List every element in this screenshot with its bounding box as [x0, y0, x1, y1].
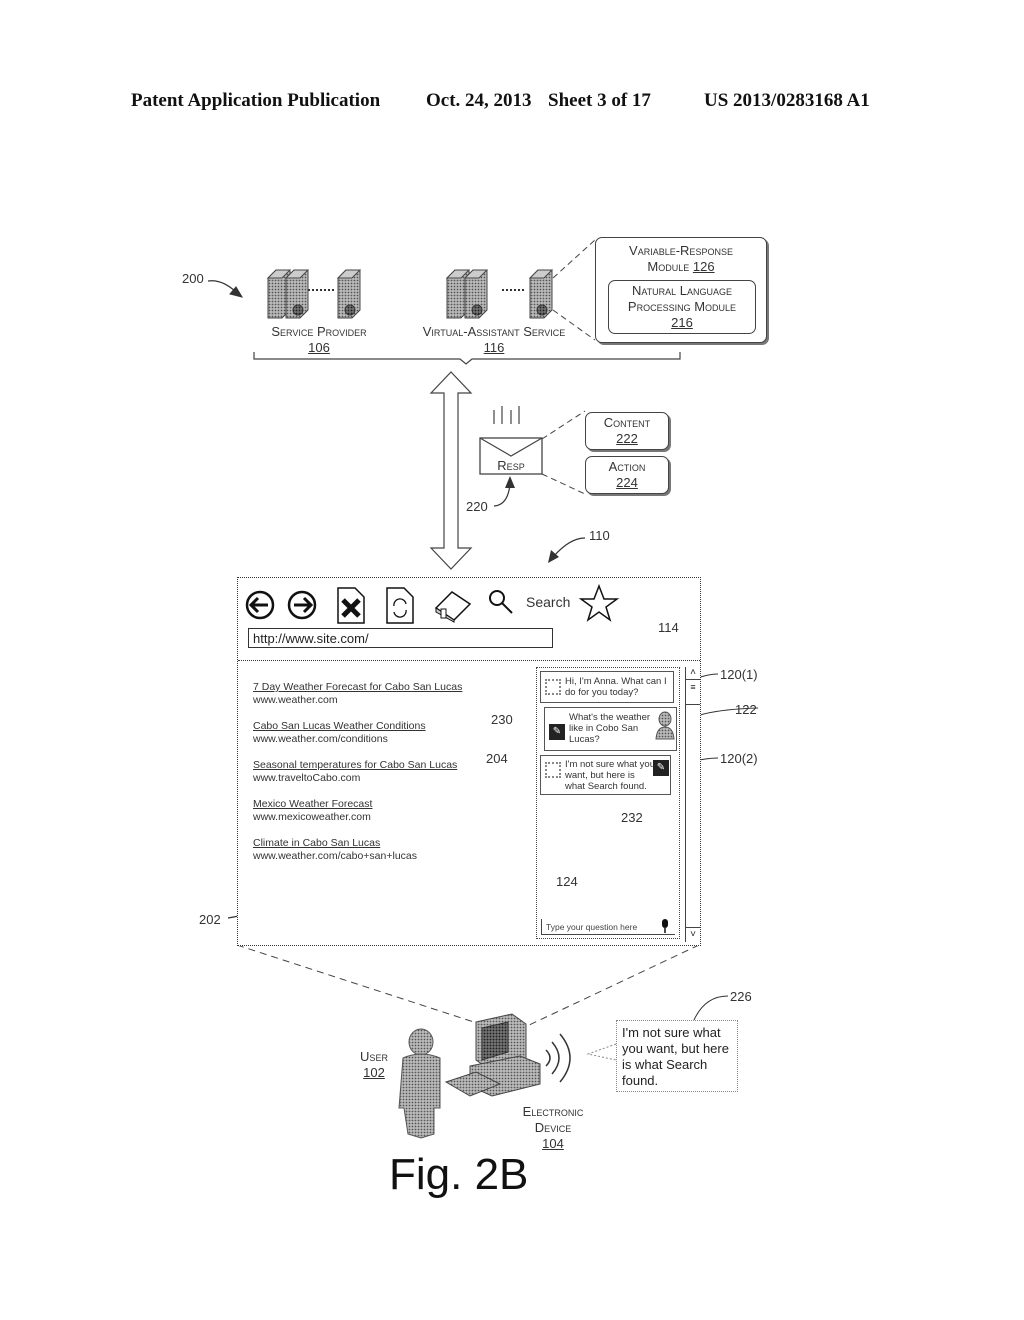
action-number: 224 — [616, 475, 638, 490]
ref-120-1: 120(1) — [720, 667, 758, 682]
assistant-greeting-text: Hi, I'm Anna. What can I do for you toda… — [565, 676, 667, 698]
back-arrow-icon[interactable] — [245, 590, 275, 620]
server-group-service-provider — [266, 269, 362, 319]
stop-document-icon[interactable] — [337, 587, 365, 624]
ref-110: 110 — [589, 528, 610, 543]
search-result: Climate in Cabo San Lucas www.weather.co… — [253, 837, 513, 863]
computer-icon — [444, 1013, 541, 1097]
bidirectional-arrow — [429, 371, 473, 570]
ref-114: 114 — [658, 620, 679, 635]
edit-pencil-icon[interactable]: ✎ — [653, 760, 669, 776]
ref-120-2: 120(2) — [720, 751, 758, 766]
device-label-text: Electronic — [522, 1104, 584, 1119]
chat-question-input[interactable]: Type your question here — [541, 919, 675, 935]
result-title-link[interactable]: Climate in Cabo San Lucas — [253, 837, 513, 850]
chat-scrollbar[interactable]: ˄ ≡ ˅ — [685, 667, 700, 942]
home-icon[interactable] — [434, 591, 472, 623]
ref-230: 230 — [491, 712, 513, 727]
search-icon[interactable] — [489, 590, 513, 614]
sound-waves-icon — [545, 1033, 571, 1083]
scroll-thumb[interactable]: ≡ — [686, 679, 700, 705]
result-url: www.weather.com/cabo+san+lucas — [253, 850, 418, 862]
virtual-assistant-name: Virtual-Assistant Service — [422, 324, 566, 339]
toolbar-divider — [238, 660, 700, 661]
speech-bubble: I'm not sure what you want, but here is … — [616, 1020, 738, 1092]
content-box-text: Content 222 — [586, 415, 668, 447]
assistant-avatar-icon — [545, 679, 561, 695]
nlp-title: Natural Language Processing Module 216 — [609, 283, 755, 331]
virtual-assistant-number: 116 — [483, 340, 505, 355]
assistant-bubble-search: I'm not sure what you want, but here is … — [540, 755, 671, 795]
user-label-text: User — [360, 1049, 388, 1064]
content-number: 222 — [616, 431, 638, 446]
action-box-text: Action 224 — [586, 459, 668, 491]
result-title-link[interactable]: Mexico Weather Forecast — [253, 798, 513, 811]
ref-124: 124 — [556, 874, 578, 889]
action-label: Action — [608, 459, 646, 474]
variable-response-label2: Module — [647, 259, 690, 274]
service-provider-name: Service Provider — [271, 324, 367, 339]
assistant-bubble-greeting: Hi, I'm Anna. What can I do for you toda… — [540, 671, 674, 703]
server-group-virtual-assistant — [445, 269, 554, 319]
nlp-label: Natural Language — [631, 283, 733, 298]
content-label: Content — [603, 415, 651, 430]
search-results-list: 7 Day Weather Forecast for Cabo San Luca… — [253, 681, 513, 876]
ref-220: 220 — [466, 499, 488, 514]
ref-232: 232 — [621, 810, 643, 825]
result-title-link[interactable]: Seasonal temperatures for Cabo San Lucas — [253, 759, 513, 772]
user-label: User 102 — [350, 1049, 398, 1081]
user-avatar-icon — [655, 711, 675, 740]
scroll-down-icon[interactable]: ˅ — [686, 927, 700, 942]
assistant-search-text: I'm not sure what you want, but here is … — [565, 759, 655, 792]
variable-response-label: Variable-Response — [629, 243, 733, 258]
search-result: Cabo San Lucas Weather Conditions www.we… — [253, 720, 513, 746]
variable-response-title: Variable-Response Module 126 — [596, 243, 766, 275]
assistant-avatar-icon — [545, 762, 561, 778]
ref-204: 204 — [486, 751, 508, 766]
result-title-link[interactable]: 7 Day Weather Forecast for Cabo San Luca… — [253, 681, 513, 694]
service-provider-label: Service Provider 106 — [258, 324, 380, 356]
ref-122: 122 — [735, 702, 757, 717]
user-bubble-question: ✎ What's the weather like in Cobo San Lu… — [544, 707, 677, 751]
microphone-icon[interactable] — [659, 918, 671, 934]
result-url: www.traveltoCabo.com — [253, 772, 361, 784]
service-provider-number: 106 — [308, 340, 330, 355]
browser-window: Search http://www.site.com/ 7 Day Weathe… — [237, 577, 701, 946]
device-label-text2: Device — [534, 1120, 572, 1135]
user-question-text: What's the weather like in Cobo San Luca… — [569, 712, 651, 745]
response-envelope-label: Resp — [497, 458, 525, 473]
nlp-module: Natural Language Processing Module 216 — [608, 280, 756, 334]
url-bar[interactable]: http://www.site.com/ — [248, 628, 553, 648]
result-url: www.weather.com/conditions — [253, 733, 388, 745]
nlp-label2: Processing Module — [627, 299, 737, 314]
variable-response-number: 126 — [692, 259, 715, 274]
figure-label: Fig. 2B — [389, 1150, 529, 1199]
forward-arrow-icon[interactable] — [287, 590, 317, 620]
result-title-link[interactable]: Cabo San Lucas Weather Conditions — [253, 720, 513, 733]
refresh-document-icon[interactable] — [386, 587, 414, 624]
content-box: Content 222 — [585, 412, 669, 450]
search-result: Seasonal temperatures for Cabo San Lucas… — [253, 759, 513, 785]
electronic-device-label: Electronic Device 104 — [508, 1104, 598, 1152]
user-number: 102 — [363, 1065, 385, 1080]
result-url: www.mexicoweather.com — [253, 811, 371, 823]
edit-pencil-icon[interactable]: ✎ — [549, 724, 565, 740]
result-url: www.weather.com — [253, 694, 338, 706]
search-result: 7 Day Weather Forecast for Cabo San Luca… — [253, 681, 513, 707]
action-box: Action 224 — [585, 456, 669, 494]
browser-toolbar — [245, 583, 620, 624]
ref-202: 202 — [199, 912, 221, 927]
variable-response-module: Variable-Response Module 126 Natural Lan… — [595, 237, 767, 343]
ref-226: 226 — [730, 989, 752, 1004]
ref-arrow-200 — [207, 280, 244, 298]
ref-200: 200 — [182, 271, 204, 286]
user-figure — [398, 1028, 441, 1139]
favorite-star-icon[interactable] — [578, 583, 620, 622]
search-result: Mexico Weather Forecast www.mexicoweathe… — [253, 798, 513, 824]
virtual-assistant-label: Virtual-Assistant Service 116 — [408, 324, 580, 356]
nlp-number: 216 — [671, 315, 693, 330]
variable-response-line2: Module 126 — [596, 259, 766, 275]
virtual-assistant-chat-panel: Hi, I'm Anna. What can I do for you toda… — [536, 667, 680, 939]
search-label[interactable]: Search — [526, 594, 570, 610]
